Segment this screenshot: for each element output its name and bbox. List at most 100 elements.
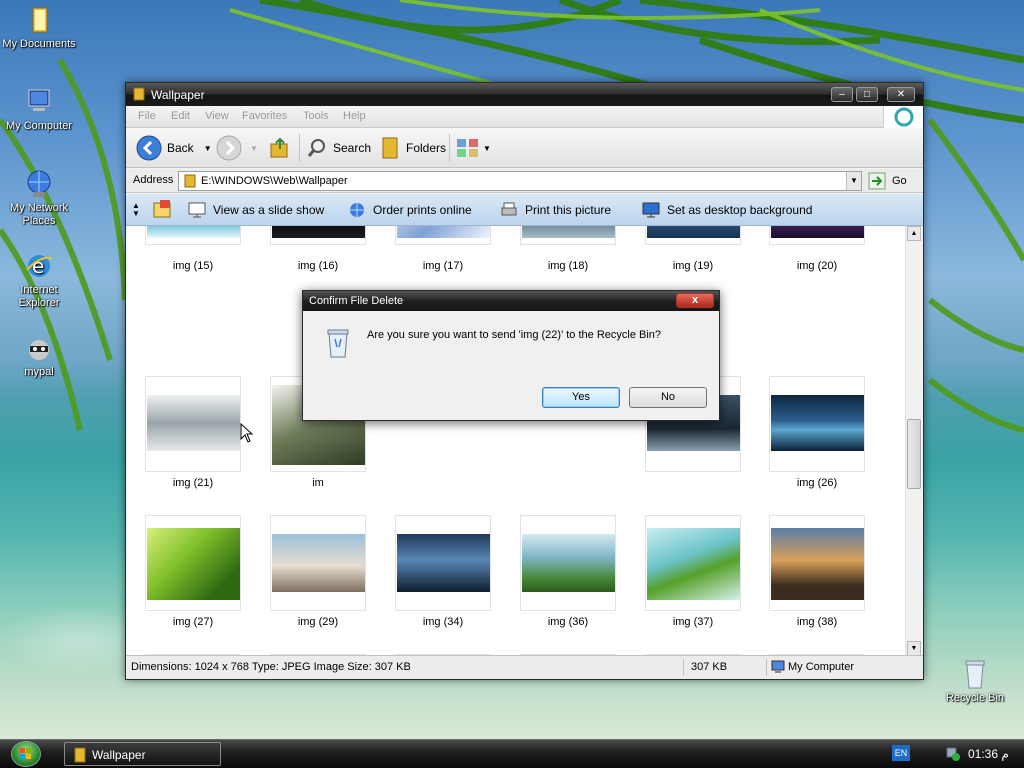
thumbnail-label: img (34) [422, 616, 464, 628]
thumbnail-image [272, 534, 365, 592]
picture-folder-icon-button[interactable] [152, 194, 174, 226]
status-size: 307 KB [691, 661, 728, 673]
menu-edit[interactable]: Edit [171, 110, 190, 122]
thumbnail-image [397, 534, 490, 592]
thumbnail-label: img (19) [672, 260, 714, 272]
thumbnail-item[interactable]: img (29) [270, 515, 366, 635]
views-button[interactable]: ▼ [456, 128, 491, 168]
thumbnail-item[interactable]: img (26) [769, 376, 865, 496]
set-background-link[interactable]: Set as desktop background [642, 194, 812, 226]
vertical-scrollbar[interactable]: ▲ ▼ [905, 226, 921, 656]
slideshow-link[interactable]: View as a slide show [188, 194, 324, 226]
scroll-down-button[interactable]: ▼ [907, 641, 921, 656]
menu-favorites[interactable]: Favorites [242, 110, 287, 122]
standard-toolbar: Back ▼ ▼ Search Folders ▼ [126, 128, 923, 168]
chevron-down-icon[interactable]: ▼ [204, 144, 212, 153]
thumbnail-image [771, 528, 864, 600]
print-picture-link[interactable]: Print this picture [500, 194, 611, 226]
desktop-icon-label: Internet Explorer [18, 284, 60, 309]
thumbnail-label: im [312, 477, 324, 489]
folders-button[interactable]: Folders [379, 128, 446, 168]
back-button[interactable]: Back ▼ [136, 128, 212, 168]
thumbnail-item[interactable]: img (18) [520, 226, 616, 279]
forward-button[interactable]: ▼ [216, 128, 258, 168]
address-input[interactable]: E:\WINDOWS\Web\Wallpaper ▼ [178, 171, 862, 191]
desktop-icon-my-computer[interactable]: My Computer [0, 86, 78, 133]
internet-explorer-icon: e [26, 254, 53, 278]
language-indicator[interactable]: EN [892, 745, 910, 761]
menu-help[interactable]: Help [343, 110, 366, 122]
thumbnail-label: img (38) [796, 616, 838, 628]
printer-icon [501, 202, 517, 216]
thumbnail-image [771, 395, 864, 451]
start-button[interactable] [11, 741, 41, 767]
chevron-down-icon[interactable]: ▼ [250, 144, 258, 153]
toolbar-separator [299, 134, 300, 162]
thumbnail-item[interactable]: img (19) [645, 226, 741, 279]
go-button[interactable]: Go [868, 171, 907, 191]
thumbnail-label: img (21) [172, 477, 214, 489]
thumbnail-image [397, 226, 490, 238]
menu-file[interactable]: File [138, 110, 156, 122]
thumbnail-item[interactable]: img (16) [270, 226, 366, 279]
window-titlebar[interactable]: Wallpaper – □ ✕ [126, 83, 923, 106]
thumbnail-image [147, 528, 240, 600]
scrollbar-thumb[interactable] [907, 419, 921, 489]
order-prints-link[interactable]: Order prints online [348, 194, 472, 226]
computer-icon [28, 89, 50, 111]
menu-view[interactable]: View [205, 110, 229, 122]
no-button[interactable]: No [629, 387, 707, 408]
up-folder-icon [270, 137, 288, 158]
recycle-bin-icon [965, 660, 985, 689]
minimize-button[interactable]: – [831, 87, 853, 102]
search-button[interactable]: Search [306, 128, 371, 168]
thumbnail-item[interactable]: img (27) [145, 515, 241, 635]
status-zone: My Computer [788, 661, 855, 673]
address-bar: Address E:\WINDOWS\Web\Wallpaper ▼ Go [126, 169, 923, 193]
thumbnail-label: img (16) [297, 260, 339, 272]
desktop-icon-my-documents[interactable]: My Documents [0, 4, 78, 51]
desktop-icon-mypal[interactable]: mypal [0, 332, 78, 379]
thumbnail-item[interactable]: img (36) [520, 515, 616, 635]
thumbnail-item[interactable]: img (15) [145, 226, 241, 279]
go-arrow-icon [868, 172, 886, 190]
chevron-down-icon: ▼ [483, 143, 491, 153]
views-icon [457, 139, 478, 157]
thumbnail-image [147, 395, 240, 451]
desktop-icon-internet-explorer[interactable]: e Internet Explorer [0, 250, 78, 310]
thumbnail-item[interactable]: img (34) [395, 515, 491, 635]
folders-icon [382, 137, 398, 159]
pictures-icon [153, 200, 171, 218]
thumbnail-item[interactable]: img (20) [769, 226, 865, 279]
maximize-button[interactable]: □ [856, 87, 878, 102]
up-folder-button[interactable] [266, 128, 292, 168]
address-dropdown-button[interactable]: ▼ [846, 172, 861, 190]
taskbar-wallpaper-button[interactable]: Wallpaper [64, 742, 221, 766]
thumbnail-label: img (17) [422, 260, 464, 272]
thumbnail-image [647, 226, 740, 238]
desktop-icon-label: My Network Places [9, 202, 69, 227]
thumbnail-image [771, 226, 864, 238]
dialog-close-button[interactable]: x [676, 293, 714, 308]
thumbnail-item[interactable]: img (17) [395, 226, 491, 279]
desktop-icon-my-network-places[interactable]: My Network Places [0, 168, 78, 228]
thumbnail-item[interactable]: img (38) [769, 515, 865, 635]
dialog-titlebar[interactable]: Confirm File Delete x [303, 291, 719, 311]
collapse-arrows-button[interactable]: ▲ ▼ [132, 194, 140, 226]
address-value: E:\WINDOWS\Web\Wallpaper [201, 175, 348, 187]
desktop-icon-recycle-bin[interactable]: Recycle Bin [936, 658, 1014, 705]
thumbnail-item[interactable]: img (37) [645, 515, 741, 635]
back-arrow-icon [136, 135, 162, 161]
scroll-up-button[interactable]: ▲ [907, 226, 921, 241]
thumbnail-image [522, 534, 615, 592]
desktop-background-icon [642, 202, 660, 218]
menu-tools[interactable]: Tools [303, 110, 329, 122]
network-tray-icon[interactable] [945, 746, 961, 762]
yes-button[interactable]: Yes [542, 387, 620, 408]
thumbnail-item[interactable]: img (21) [145, 376, 241, 496]
globe-icon [350, 203, 364, 217]
thumbnail-image [522, 226, 615, 238]
close-button[interactable]: ✕ [887, 87, 915, 102]
dialog-title: Confirm File Delete [309, 295, 404, 307]
thumbnail-label: img (15) [172, 260, 214, 272]
